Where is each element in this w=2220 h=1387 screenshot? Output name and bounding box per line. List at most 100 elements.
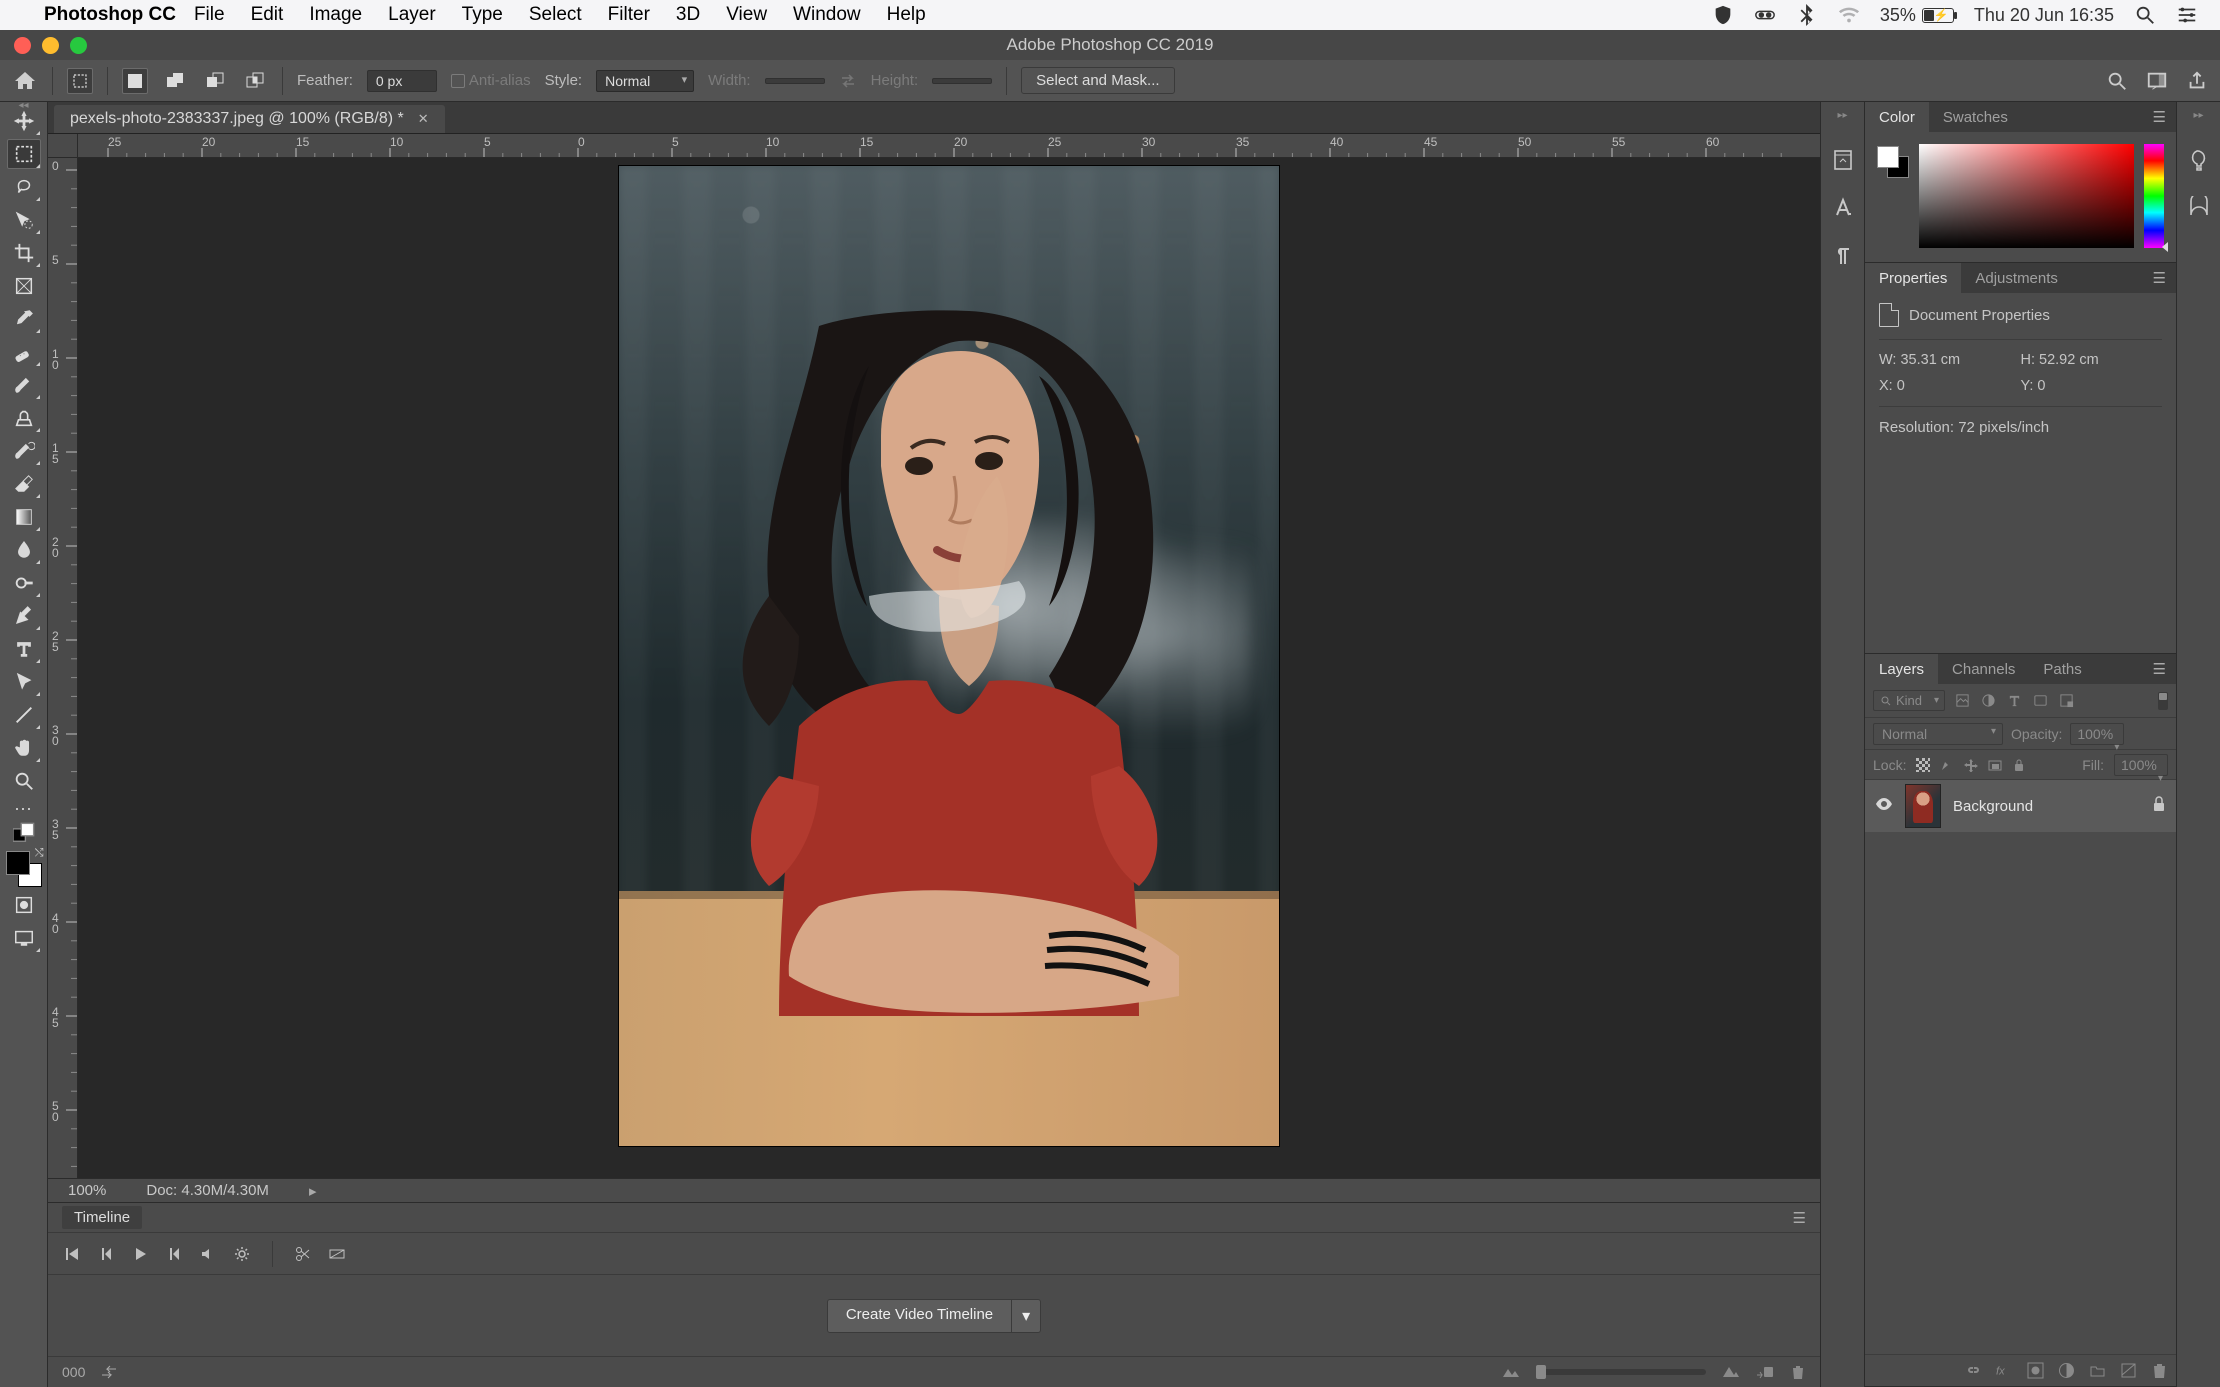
shield-icon[interactable] xyxy=(1712,4,1734,26)
workspace-switcher-icon[interactable] xyxy=(2146,70,2168,92)
document-tab[interactable]: pexels-photo-2383337.jpeg @ 100% (RGB/8)… xyxy=(54,105,445,133)
fg-bg-swatches[interactable]: ⤭ xyxy=(6,851,42,887)
pen-tool[interactable] xyxy=(7,601,41,631)
canvas-area[interactable]: 252015105051015202530354045505560 051015… xyxy=(48,134,1820,1178)
learn-panel-icon[interactable] xyxy=(2187,148,2211,172)
play-icon[interactable] xyxy=(132,1246,148,1262)
window-minimize-button[interactable] xyxy=(42,37,59,54)
toggles-icon[interactable] xyxy=(1754,4,1776,26)
clone-stamp-tool[interactable] xyxy=(7,403,41,433)
filter-smart-icon[interactable] xyxy=(2057,692,2075,710)
character-panel-icon[interactable] xyxy=(1831,196,1855,220)
healing-brush-tool[interactable] xyxy=(7,337,41,367)
timeline-menu-icon[interactable]: ☰ xyxy=(1793,1209,1806,1227)
properties-tab[interactable]: Properties xyxy=(1865,263,1961,293)
mute-icon[interactable] xyxy=(200,1246,216,1262)
canvas-image[interactable] xyxy=(619,166,1279,1146)
paragraph-panel-icon[interactable] xyxy=(1831,244,1855,268)
control-center-icon[interactable] xyxy=(2176,4,2198,26)
new-layer-icon[interactable] xyxy=(2120,1362,2137,1379)
history-brush-tool[interactable] xyxy=(7,436,41,466)
filter-type-icon[interactable] xyxy=(2005,692,2023,710)
timeline-settings-icon[interactable] xyxy=(234,1246,250,1262)
goto-first-frame-icon[interactable] xyxy=(64,1246,80,1262)
delete-layer-icon[interactable] xyxy=(2151,1362,2168,1379)
lock-trans-icon[interactable] xyxy=(1916,758,1930,772)
dodge-tool[interactable] xyxy=(7,568,41,598)
feather-input[interactable]: 0 px xyxy=(367,70,437,92)
docsize-label[interactable]: Doc: 4.30M/4.30M xyxy=(146,1182,269,1199)
prev-frame-icon[interactable] xyxy=(98,1246,114,1262)
brush-tool[interactable] xyxy=(7,370,41,400)
layer-fx-icon[interactable]: fx xyxy=(1996,1362,2013,1379)
menu-type[interactable]: Type xyxy=(462,4,503,26)
horizontal-ruler[interactable]: 252015105051015202530354045505560 xyxy=(78,134,1820,158)
type-tool[interactable] xyxy=(7,634,41,664)
adjustment-layer-icon[interactable] xyxy=(2058,1362,2075,1379)
edit-toolbar-icon[interactable]: ⋯ xyxy=(14,799,33,821)
transition-icon[interactable] xyxy=(329,1246,345,1262)
timeline-tab[interactable]: Timeline xyxy=(62,1206,142,1229)
layer-thumbnail[interactable] xyxy=(1905,784,1941,828)
menu-help[interactable]: Help xyxy=(887,4,926,26)
eraser-tool[interactable] xyxy=(7,469,41,499)
hue-slider[interactable] xyxy=(2144,144,2164,248)
fill-input[interactable]: 100% xyxy=(2114,754,2168,776)
blend-mode-select[interactable]: Normal xyxy=(1873,723,2003,745)
background-lock-icon[interactable] xyxy=(2152,796,2166,816)
frame-tool[interactable] xyxy=(7,271,41,301)
status-flyout-icon[interactable]: ▸ xyxy=(309,1182,317,1200)
selection-subtract-icon[interactable] xyxy=(202,68,228,94)
libraries-panel-icon[interactable] xyxy=(2187,196,2211,220)
menu-window[interactable]: Window xyxy=(793,4,861,26)
filter-adjust-icon[interactable] xyxy=(1979,692,1997,710)
search-icon[interactable] xyxy=(2106,70,2128,92)
menu-view[interactable]: View xyxy=(726,4,767,26)
menu-file[interactable]: File xyxy=(194,4,225,26)
color-field[interactable] xyxy=(1919,144,2134,248)
color-panel-menu-icon[interactable]: ☰ xyxy=(2143,108,2176,126)
opacity-input[interactable]: 100% xyxy=(2070,723,2124,745)
trash-icon[interactable] xyxy=(1790,1364,1806,1380)
hand-tool[interactable] xyxy=(7,733,41,763)
menu-filter[interactable]: Filter xyxy=(608,4,650,26)
window-zoom-button[interactable] xyxy=(70,37,87,54)
bluetooth-icon[interactable] xyxy=(1796,4,1818,26)
color-fgbg-swatches[interactable] xyxy=(1877,146,1909,178)
layer-row-background[interactable]: Background xyxy=(1865,780,2176,832)
style-select[interactable]: Normal xyxy=(596,70,694,92)
menu-select[interactable]: Select xyxy=(529,4,582,26)
menu-3d[interactable]: 3D xyxy=(676,4,700,26)
group-layers-icon[interactable] xyxy=(2089,1362,2106,1379)
share-icon[interactable] xyxy=(2186,70,2208,92)
zoom-level[interactable]: 100% xyxy=(68,1182,106,1199)
ruler-origin[interactable] xyxy=(48,134,78,158)
spotlight-icon[interactable] xyxy=(2134,4,2156,26)
adjustments-tab[interactable]: Adjustments xyxy=(1961,263,2072,293)
channels-tab[interactable]: Channels xyxy=(1938,654,2029,684)
window-close-button[interactable] xyxy=(14,37,31,54)
tool-preset-icon[interactable] xyxy=(67,68,93,94)
close-doc-icon[interactable]: ✕ xyxy=(418,111,429,127)
create-timeline-dropdown-icon[interactable]: ▾ xyxy=(1012,1299,1041,1333)
lock-nest-icon[interactable] xyxy=(1988,758,2002,772)
filter-pixel-icon[interactable] xyxy=(1953,692,1971,710)
filter-toggle[interactable] xyxy=(2158,692,2168,710)
zoom-in-timeline-icon[interactable] xyxy=(1722,1364,1740,1381)
menu-edit[interactable]: Edit xyxy=(251,4,284,26)
eyedropper-tool[interactable] xyxy=(7,304,41,334)
next-frame-icon[interactable] xyxy=(166,1246,182,1262)
default-colors-icon[interactable] xyxy=(7,824,41,842)
filter-shape-icon[interactable] xyxy=(2031,692,2049,710)
link-layers-icon[interactable] xyxy=(1965,1362,1982,1379)
home-icon[interactable] xyxy=(12,69,38,93)
layer-filter-kind[interactable]: Kind xyxy=(1873,690,1945,711)
history-panel-icon[interactable] xyxy=(1831,148,1855,172)
layer-mask-icon[interactable] xyxy=(2027,1362,2044,1379)
timeline-zoom-slider[interactable] xyxy=(1536,1369,1706,1375)
lock-pixels-icon[interactable] xyxy=(1940,758,1954,772)
crop-tool[interactable] xyxy=(7,238,41,268)
split-clip-icon[interactable] xyxy=(295,1246,311,1262)
properties-panel-menu-icon[interactable]: ☰ xyxy=(2143,269,2176,287)
quickmask-icon[interactable] xyxy=(7,890,41,920)
